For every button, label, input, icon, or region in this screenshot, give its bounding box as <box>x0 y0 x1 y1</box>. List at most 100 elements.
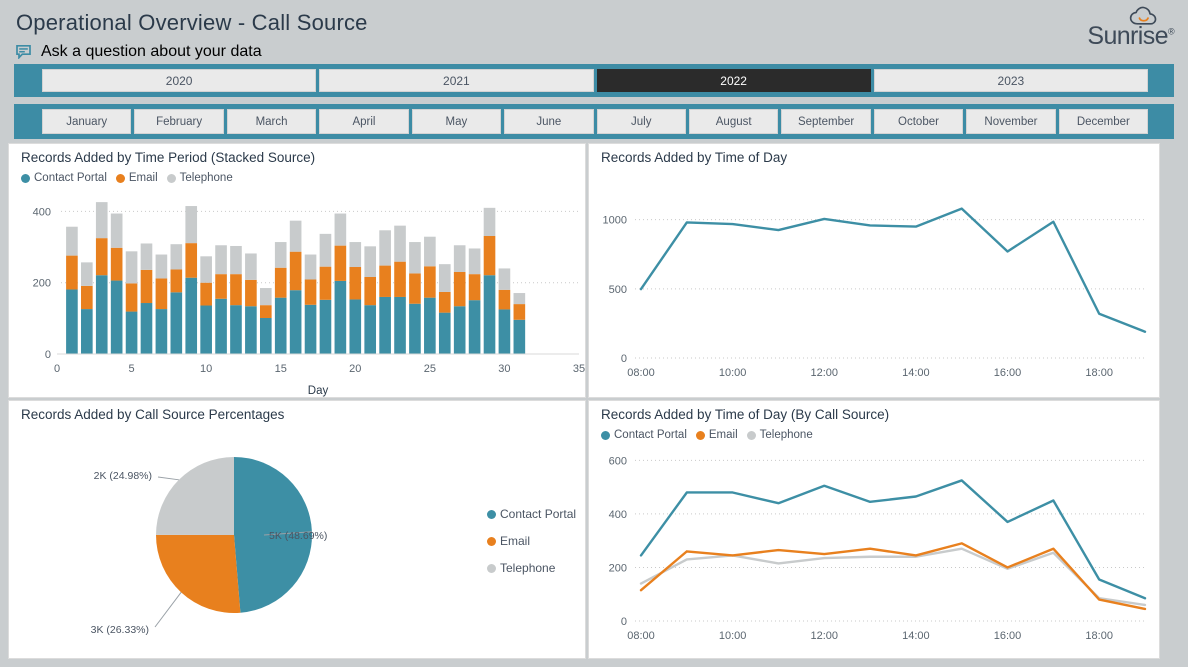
year-option-2020[interactable]: 2020 <box>42 69 317 92</box>
bar-segment[interactable] <box>110 247 123 281</box>
month-option-september[interactable]: September <box>781 109 871 134</box>
pie-slice[interactable] <box>156 457 234 535</box>
bar-segment[interactable] <box>200 305 212 354</box>
bar-segment[interactable] <box>424 297 436 354</box>
bar-group[interactable] <box>215 245 227 354</box>
bar-segment[interactable] <box>81 309 93 354</box>
bar-segment[interactable] <box>453 272 466 307</box>
legend-item-email[interactable]: Email <box>115 172 158 184</box>
bar-segment[interactable] <box>364 246 377 277</box>
bar-segment[interactable] <box>394 261 406 297</box>
bar-segment[interactable] <box>200 282 212 306</box>
bar-group[interactable] <box>200 256 212 354</box>
bar-segment[interactable] <box>259 317 272 354</box>
bar-segment[interactable] <box>245 306 257 354</box>
bar-segment[interactable] <box>66 226 78 256</box>
bar-segment[interactable] <box>453 306 466 354</box>
bar-segment[interactable] <box>468 248 481 275</box>
bar-segment[interactable] <box>349 242 362 268</box>
bar-segment[interactable] <box>319 266 332 300</box>
bar-segment[interactable] <box>319 233 332 267</box>
bar-segment[interactable] <box>289 290 302 354</box>
bar-segment[interactable] <box>185 243 198 278</box>
bar-segment[interactable] <box>200 256 212 283</box>
year-option-2022[interactable]: 2022 <box>596 69 871 92</box>
bar-segment[interactable] <box>483 275 496 354</box>
bar-segment[interactable] <box>140 269 153 304</box>
bar-group[interactable] <box>364 246 377 354</box>
bar-segment[interactable] <box>394 225 406 262</box>
stacked-bar-plot[interactable]: 0 200 400 0 5 10 15 20 25 30 35 Day <box>9 184 587 399</box>
bar-segment[interactable] <box>170 244 183 270</box>
line-legend-item-telephone[interactable]: Telephone <box>746 429 813 441</box>
bar-group[interactable] <box>125 251 138 354</box>
bar-segment[interactable] <box>95 275 108 354</box>
line-source-plot[interactable]: 0 200 400 600 08:00 10:00 12:00 14:00 16:00 18:00 <box>589 445 1161 657</box>
bar-segment[interactable] <box>110 280 123 354</box>
bar-segment[interactable] <box>364 305 377 354</box>
bar-segment[interactable] <box>259 288 272 306</box>
bar-segment[interactable] <box>424 266 436 298</box>
year-option-2021[interactable]: 2021 <box>319 69 594 92</box>
bar-segment[interactable] <box>155 309 168 354</box>
bar-segment[interactable] <box>155 278 168 310</box>
month-option-january[interactable]: January <box>42 109 132 134</box>
bar-group[interactable] <box>394 225 406 354</box>
bar-segment[interactable] <box>140 243 153 270</box>
bar-segment[interactable] <box>513 293 526 305</box>
bar-segment[interactable] <box>125 311 138 354</box>
bar-segment[interactable] <box>125 283 138 312</box>
bar-segment[interactable] <box>140 303 153 354</box>
bar-segment[interactable] <box>170 269 183 293</box>
bar-segment[interactable] <box>364 276 377 306</box>
bar-group[interactable] <box>170 244 183 354</box>
pie-legend-item-email[interactable]: Email <box>487 534 576 548</box>
bar-segment[interactable] <box>379 265 391 297</box>
bar-segment[interactable] <box>379 230 391 266</box>
bar-group[interactable] <box>140 243 153 354</box>
bar-segment[interactable] <box>304 254 317 280</box>
bar-segment[interactable] <box>95 202 108 239</box>
bar-segment[interactable] <box>498 309 511 354</box>
line-series-email[interactable] <box>639 542 1147 611</box>
line-series-contact-portal[interactable] <box>639 479 1147 600</box>
bar-segment[interactable] <box>349 267 362 300</box>
line-legend-item-contact-portal[interactable]: Contact Portal <box>601 429 687 441</box>
bar-segment[interactable] <box>215 298 227 354</box>
bar-group[interactable] <box>453 245 466 354</box>
line-series-telephone[interactable] <box>639 547 1147 607</box>
line-series-total[interactable] <box>639 207 1147 333</box>
bar-segment[interactable] <box>125 251 138 284</box>
bar-segment[interactable] <box>230 274 242 306</box>
bar-segment[interactable] <box>230 245 242 275</box>
bar-group[interactable] <box>66 226 78 354</box>
bar-segment[interactable] <box>334 245 347 281</box>
bar-segment[interactable] <box>438 312 451 354</box>
legend-item-telephone[interactable]: Telephone <box>166 172 233 184</box>
bar-group[interactable] <box>155 254 168 354</box>
bar-segment[interactable] <box>453 245 466 272</box>
bar-segment[interactable] <box>215 245 227 275</box>
bar-segment[interactable] <box>66 255 78 290</box>
bar-segment[interactable] <box>319 299 332 354</box>
month-option-march[interactable]: March <box>226 109 317 134</box>
bar-segment[interactable] <box>155 254 168 279</box>
bar-segment[interactable] <box>304 304 317 354</box>
bar-segment[interactable] <box>394 296 406 354</box>
bar-group[interactable] <box>379 230 391 354</box>
bar-segment[interactable] <box>81 285 93 310</box>
bar-segment[interactable] <box>259 305 272 318</box>
bar-segment[interactable] <box>424 236 436 267</box>
bar-segment[interactable] <box>81 262 93 286</box>
bar-segment[interactable] <box>95 238 108 276</box>
bar-segment[interactable] <box>334 213 347 246</box>
bar-segment[interactable] <box>513 304 526 320</box>
bar-segment[interactable] <box>274 242 287 268</box>
bar-segment[interactable] <box>185 206 198 244</box>
bar-group[interactable] <box>483 207 496 354</box>
bar-group[interactable] <box>81 262 93 354</box>
bar-group[interactable] <box>498 268 511 354</box>
bar-group[interactable] <box>230 245 242 354</box>
bar-group[interactable] <box>289 220 302 354</box>
bar-group[interactable] <box>110 213 123 354</box>
